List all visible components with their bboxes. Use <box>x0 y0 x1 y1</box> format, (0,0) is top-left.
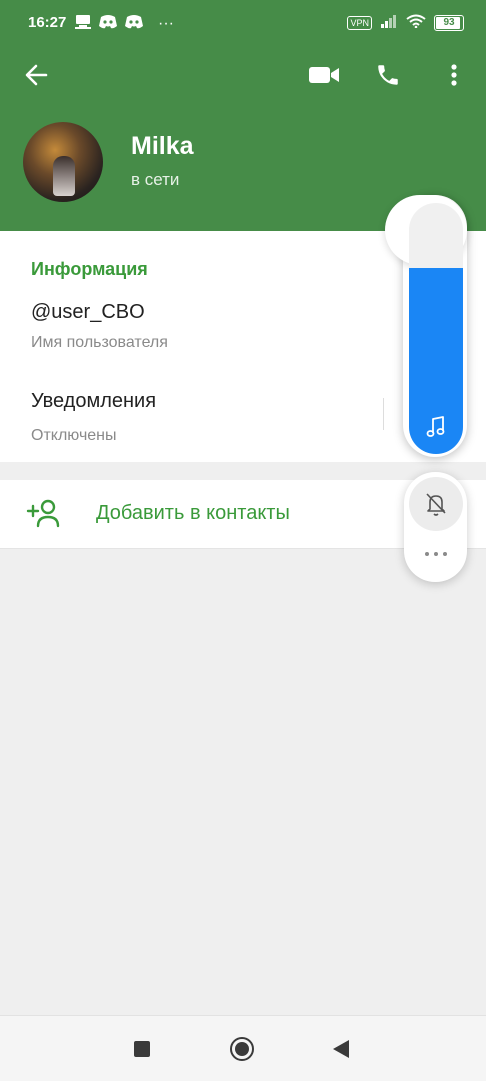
volume-more-button[interactable] <box>420 542 452 566</box>
back-button[interactable] <box>17 55 57 95</box>
notification-icon <box>74 14 92 34</box>
mute-button[interactable] <box>409 477 463 531</box>
add-user-icon <box>26 499 60 528</box>
section-title: Информация <box>31 259 148 279</box>
wifi-icon <box>406 14 426 32</box>
status-time: 16:27 <box>28 14 67 31</box>
arrow-left-icon <box>25 64 48 86</box>
notifications-value: Уведомления <box>31 390 157 412</box>
video-camera-icon <box>309 67 339 83</box>
voice-call-button[interactable] <box>368 55 408 95</box>
username-value: @user_CBO <box>31 301 145 323</box>
discord-icon <box>124 14 144 34</box>
vpn-icon: VPN <box>347 16 372 30</box>
battery-icon: 93 <box>434 15 464 31</box>
more-menu-button[interactable] <box>434 55 474 95</box>
home-button[interactable] <box>230 1037 254 1061</box>
signal-icon <box>380 14 398 32</box>
notifications-label: Отключены <box>31 427 117 444</box>
video-call-button[interactable] <box>304 55 344 95</box>
add-contact-label: Добавить в контакты <box>96 502 290 524</box>
avatar[interactable] <box>23 122 103 202</box>
battery-level: 93 <box>443 17 455 28</box>
more-dots-icon <box>425 552 447 556</box>
phone-icon <box>378 65 398 85</box>
music-note-icon <box>426 416 445 437</box>
status-bar: 16:27 ··· VPN 93 <box>0 0 486 44</box>
bell-off-icon <box>426 493 446 516</box>
more-vertical-icon <box>451 64 457 86</box>
navigation-bar <box>0 1015 486 1081</box>
status-right: VPN 93 <box>347 14 464 32</box>
back-nav-button[interactable] <box>333 1040 349 1058</box>
profile-name: Milka <box>131 132 194 160</box>
discord-icon <box>98 14 118 34</box>
online-status: в сети <box>131 170 180 189</box>
divider <box>383 398 384 430</box>
recents-button[interactable] <box>134 1041 150 1057</box>
more-notifications-icon: ··· <box>158 15 174 32</box>
notification-icons: ··· <box>74 14 174 34</box>
username-label: Имя пользователя <box>31 334 168 351</box>
